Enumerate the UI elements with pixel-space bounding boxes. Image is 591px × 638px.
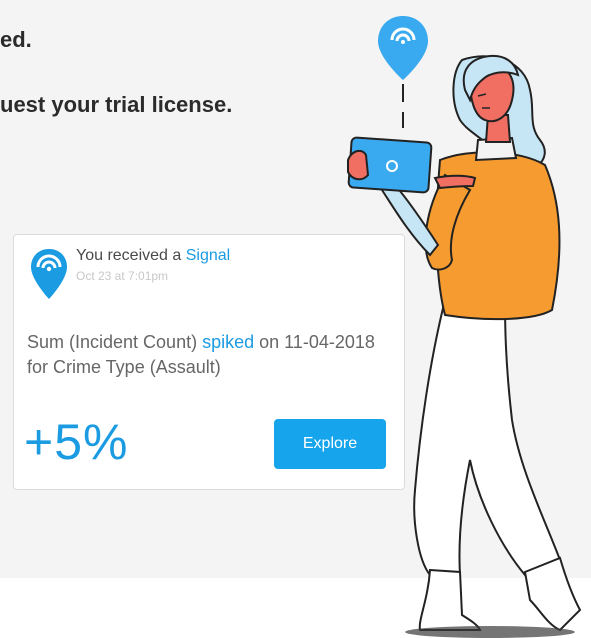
signal-received-text: You received a Signal bbox=[76, 247, 230, 265]
explore-button[interactable]: Explore bbox=[274, 419, 386, 469]
signal-timestamp: Oct 23 at 7:01pm bbox=[76, 269, 169, 283]
floating-signal-pin-icon bbox=[378, 16, 428, 80]
map-pin-signal-icon bbox=[31, 249, 67, 299]
change-value: +5% bbox=[24, 414, 129, 470]
signal-description: Sum (Incident Count) spiked on 11-04-201… bbox=[27, 330, 397, 380]
signal-link[interactable]: Signal bbox=[186, 247, 230, 264]
body-prefix: Sum (Incident Count) bbox=[27, 332, 203, 352]
heading-line-1: ed. bbox=[0, 27, 32, 52]
body-highlight: spiked bbox=[202, 332, 255, 352]
heading-partial-top bbox=[0, 0, 6, 14]
signal-card[interactable]: You received a Signal Oct 23 at 7:01pm S… bbox=[13, 234, 405, 490]
received-prefix: You received a bbox=[76, 247, 186, 264]
heading-line-2: uest your trial license. bbox=[0, 92, 233, 117]
